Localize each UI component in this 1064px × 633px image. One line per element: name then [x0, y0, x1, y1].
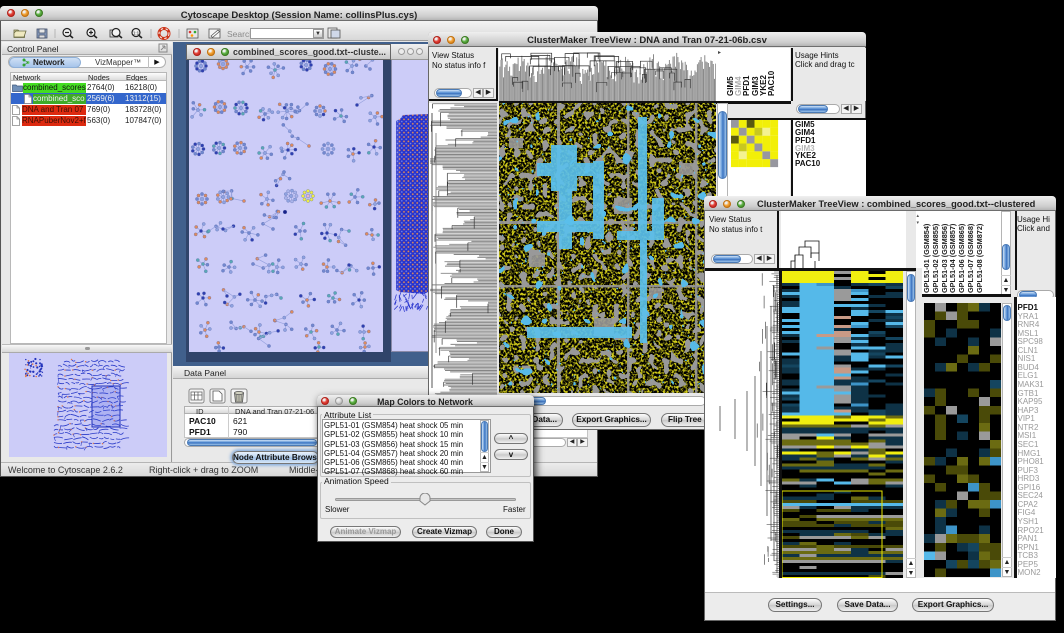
svg-text:1:1: 1:1	[133, 31, 140, 36]
